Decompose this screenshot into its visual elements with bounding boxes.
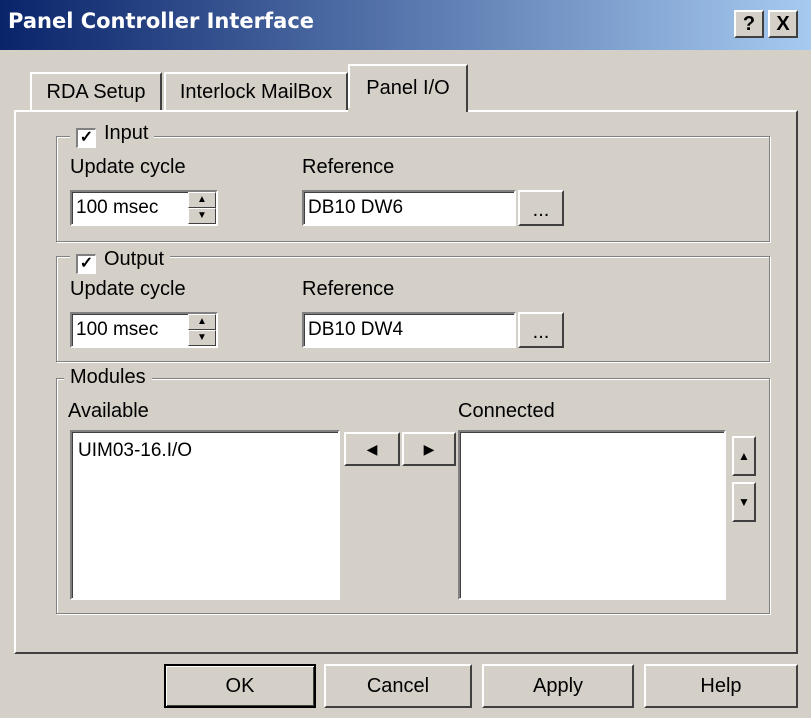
output-update-cycle-field[interactable]: 100 msec ▲ ▼	[70, 312, 218, 348]
move-down-button[interactable]: ▼	[732, 482, 756, 522]
input-update-cycle-value: 100 msec	[76, 197, 159, 218]
output-reference-browse-button[interactable]: ...	[518, 312, 564, 348]
tab-join	[348, 108, 466, 114]
input-group	[56, 136, 770, 242]
input-update-cycle-field[interactable]: 100 msec ▲ ▼	[70, 190, 218, 226]
move-right-button[interactable]: ▶	[402, 432, 456, 466]
title-bar[interactable]: Panel Controller Interface ? X	[0, 0, 811, 50]
input-reference-field[interactable]: DB10 DW6	[302, 190, 516, 226]
available-label: Available	[68, 400, 149, 422]
output-legend: ✓ Output	[70, 248, 171, 274]
output-checkbox[interactable]: ✓	[76, 254, 96, 274]
input-reference-browse-button[interactable]: ...	[518, 190, 564, 226]
available-list[interactable]: UIM03-16.I/O	[70, 430, 340, 600]
output-update-cycle-value: 100 msec	[76, 319, 159, 340]
move-up-icon: ▲	[738, 449, 750, 463]
connected-list[interactable]	[458, 430, 726, 600]
help-button[interactable]: Help	[644, 664, 798, 708]
input-reference-label: Reference	[302, 156, 395, 178]
help-title-button[interactable]: ?	[734, 10, 764, 38]
spin-up-icon[interactable]: ▲	[188, 192, 216, 208]
cancel-button[interactable]: Cancel	[324, 664, 472, 708]
input-update-cycle-spinner[interactable]: ▲ ▼	[188, 192, 216, 224]
move-down-icon: ▼	[738, 495, 750, 509]
output-reference-label: Reference	[302, 278, 395, 300]
move-left-button[interactable]: ◀	[344, 432, 400, 466]
input-update-cycle-label: Update cycle	[70, 156, 186, 178]
tab-rda-setup[interactable]: RDA Setup	[30, 72, 162, 112]
output-update-cycle-label: Update cycle	[70, 278, 186, 300]
spin-down-icon[interactable]: ▼	[188, 208, 216, 224]
tab-panel-io[interactable]: Panel I/O	[348, 64, 468, 112]
spin-up-icon[interactable]: ▲	[188, 314, 216, 330]
output-legend-label: Output	[104, 248, 165, 270]
arrow-left-icon: ◀	[366, 441, 378, 457]
tab-interlock-mailbox[interactable]: Interlock MailBox	[164, 72, 348, 112]
output-update-cycle-spinner[interactable]: ▲ ▼	[188, 314, 216, 346]
input-checkbox[interactable]: ✓	[76, 128, 96, 148]
output-reference-field[interactable]: DB10 DW4	[302, 312, 516, 348]
input-legend-label: Input	[104, 122, 149, 144]
connected-label: Connected	[458, 400, 555, 422]
window-title: Panel Controller Interface	[8, 9, 315, 33]
close-button[interactable]: X	[768, 10, 798, 38]
input-legend: ✓ Input	[70, 122, 155, 148]
modules-legend: Modules	[64, 366, 152, 389]
move-up-button[interactable]: ▲	[732, 436, 756, 476]
arrow-right-icon: ▶	[423, 441, 435, 457]
ok-button[interactable]: OK	[164, 664, 316, 708]
spin-down-icon[interactable]: ▼	[188, 330, 216, 346]
list-item[interactable]: UIM03-16.I/O	[72, 432, 338, 462]
apply-button[interactable]: Apply	[482, 664, 634, 708]
